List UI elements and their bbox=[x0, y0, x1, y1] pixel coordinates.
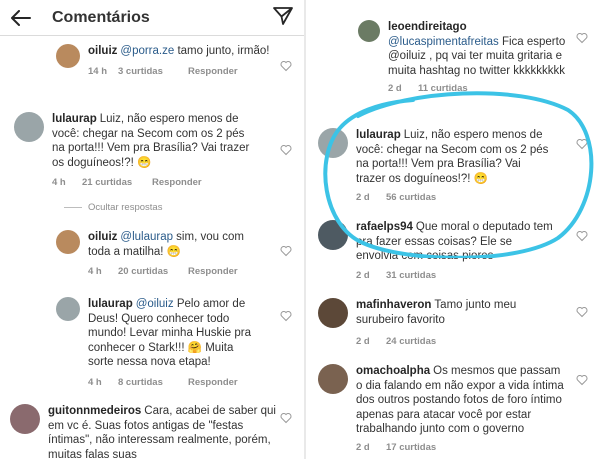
send-icon[interactable] bbox=[272, 6, 294, 31]
reply-button[interactable]: Responder bbox=[188, 376, 238, 391]
heart-icon[interactable] bbox=[280, 144, 292, 156]
comment-time: 2 d bbox=[356, 336, 370, 347]
avatar[interactable] bbox=[318, 364, 348, 394]
comment-time: 4 h bbox=[52, 177, 66, 188]
comment-text: lulaurap @oiluiz Pelo amor de Deus! Quero… bbox=[88, 298, 251, 368]
comment-time: 2 d bbox=[388, 83, 402, 94]
comment-likes[interactable]: 11 curtidas bbox=[418, 82, 488, 97]
comment-item: guitonnmedeiros Cara, acabei de saber qui… bbox=[10, 404, 296, 459]
comment-text: mafinhaveron Tamo junto meu surubeiro fav… bbox=[356, 299, 517, 326]
right-screenshot: leoendireitago @lucaspimentafreitas Fica … bbox=[306, 0, 600, 459]
comment-item: oiluiz @porra.ze tamo junto, irmão! 14 h 3… bbox=[56, 44, 296, 79]
avatar[interactable] bbox=[10, 404, 40, 434]
comment-likes[interactable]: 17 curtidas bbox=[386, 441, 456, 456]
left-screenshot: Comentários oiluiz @porra.ze tamo junto, … bbox=[0, 0, 304, 459]
comment-username[interactable]: oiluiz bbox=[88, 45, 117, 57]
heart-icon[interactable] bbox=[280, 412, 292, 424]
comments-header: Comentários bbox=[0, 0, 304, 36]
page-title: Comentários bbox=[52, 8, 150, 26]
comment-time: 2 d bbox=[356, 269, 370, 281]
comment-likes[interactable]: 31 curtidas bbox=[386, 269, 456, 284]
avatar[interactable] bbox=[318, 298, 348, 328]
avatar[interactable] bbox=[358, 20, 380, 42]
comment-time: 4 h bbox=[88, 266, 102, 277]
comment-text: oiluiz @porra.ze tamo junto, irmão! bbox=[88, 45, 270, 57]
heart-icon[interactable] bbox=[576, 32, 588, 44]
comment-likes[interactable]: 3 curtidas bbox=[118, 65, 188, 80]
avatar[interactable] bbox=[14, 112, 44, 142]
comment-mention[interactable]: @porra.ze bbox=[120, 45, 174, 57]
hide-replies-link[interactable]: Ocultar respostas bbox=[64, 202, 162, 213]
comment-username[interactable]: lulaurap bbox=[88, 298, 133, 310]
comment-text: omachoalpha Os mesmos que passam o dia fa… bbox=[356, 365, 564, 435]
comment-text: lulaurap Luiz, não espero menos de você: … bbox=[52, 113, 250, 169]
avatar[interactable] bbox=[56, 297, 80, 321]
reply-button[interactable]: Responder bbox=[188, 265, 238, 280]
comment-item: omachoalpha Os mesmos que passam o dia fa… bbox=[318, 364, 588, 455]
comment-item: oiluiz @lulaurap sim, vou com toda a mati… bbox=[56, 230, 296, 280]
comment-username[interactable]: guitonnmedeiros bbox=[48, 405, 141, 417]
comment-likes[interactable]: 20 curtidas bbox=[118, 265, 188, 280]
comment-item: mafinhaveron Tamo junto meu surubeiro fav… bbox=[318, 298, 588, 350]
comment-likes[interactable]: 56 curtidas bbox=[386, 191, 456, 206]
comment-item: lulaurap Luiz, não espero menos de você: … bbox=[318, 128, 588, 206]
heart-icon[interactable] bbox=[576, 306, 588, 318]
comment-time: 14 h bbox=[88, 65, 108, 77]
heart-icon[interactable] bbox=[576, 230, 588, 242]
comment-time: 4 h bbox=[88, 376, 102, 388]
heart-icon[interactable] bbox=[576, 138, 588, 150]
comment-text: lulaurap Luiz, não espero menos de você: … bbox=[356, 129, 549, 185]
comment-likes[interactable]: 24 curtidas bbox=[386, 335, 456, 350]
reply-button[interactable]: Responder bbox=[152, 176, 202, 191]
avatar[interactable] bbox=[318, 128, 348, 158]
avatar[interactable] bbox=[56, 230, 80, 254]
divider bbox=[64, 207, 82, 208]
comment-text: oiluiz @lulaurap sim, vou com toda a mati… bbox=[88, 231, 244, 258]
comment-likes[interactable]: 8 curtidas bbox=[118, 376, 188, 391]
comment-username[interactable]: omachoalpha bbox=[356, 365, 430, 377]
heart-icon[interactable] bbox=[280, 245, 292, 257]
reply-button[interactable]: Responder bbox=[188, 65, 238, 80]
comment-item: lulaurap @oiluiz Pelo amor de Deus! Quero… bbox=[56, 297, 296, 390]
comment-text: leoendireitago @lucaspimentafreitas Fica … bbox=[388, 21, 566, 77]
comment-username[interactable]: mafinhaveron bbox=[356, 299, 431, 311]
comment-username[interactable]: rafaelps94 bbox=[356, 221, 413, 233]
heart-icon[interactable] bbox=[576, 374, 588, 386]
comment-time: 2 d bbox=[356, 192, 370, 203]
comment-mention[interactable]: @lulaurap bbox=[120, 231, 173, 243]
comment-item: rafaelps94 Que moral o deputado tem pra f… bbox=[318, 220, 588, 283]
comment-time: 2 d bbox=[356, 441, 370, 453]
comment-text: guitonnmedeiros Cara, acabei de saber qui… bbox=[48, 405, 276, 459]
avatar[interactable] bbox=[56, 44, 80, 68]
comment-mention[interactable]: @lucaspimentafreitas bbox=[388, 36, 499, 48]
comment-username[interactable]: leoendireitago bbox=[388, 21, 467, 33]
comment-username[interactable]: lulaurap bbox=[356, 129, 401, 141]
comment-mention[interactable]: @oiluiz bbox=[136, 298, 174, 310]
comment-text: rafaelps94 Que moral o deputado tem pra f… bbox=[356, 221, 553, 262]
comment-username[interactable]: oiluiz bbox=[88, 231, 117, 243]
back-arrow-icon[interactable] bbox=[8, 6, 34, 30]
comment-item: leoendireitago @lucaspimentafreitas Fica … bbox=[358, 20, 588, 97]
avatar[interactable] bbox=[318, 220, 348, 250]
comment-likes[interactable]: 21 curtidas bbox=[82, 176, 152, 191]
comment-item: lulaurap Luiz, não espero menos de você: … bbox=[14, 112, 296, 191]
heart-icon[interactable] bbox=[280, 310, 292, 322]
heart-icon[interactable] bbox=[280, 60, 292, 72]
comment-username[interactable]: lulaurap bbox=[52, 113, 97, 125]
